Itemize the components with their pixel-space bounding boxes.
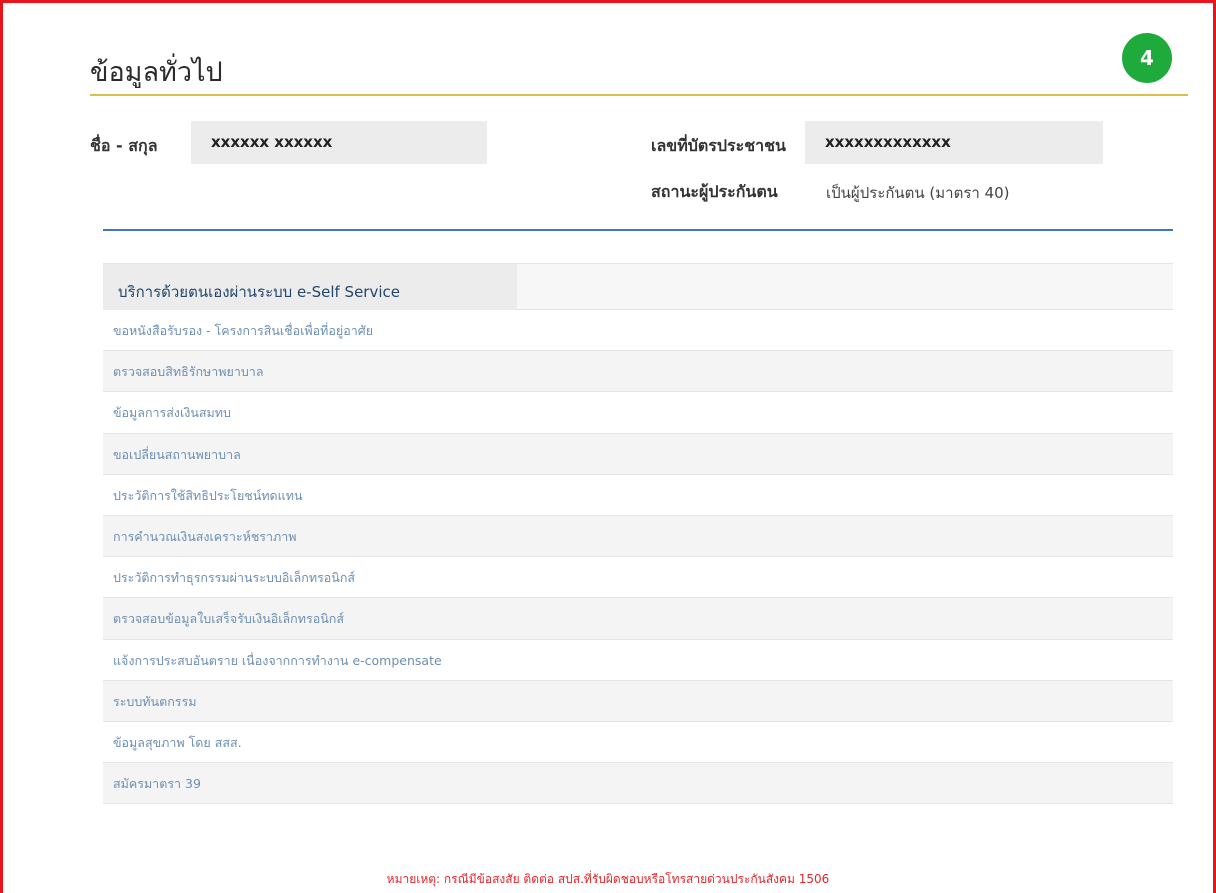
service-list-title: บริการด้วยตนเองผ่านระบบ e-Self Service <box>103 264 517 310</box>
service-item[interactable]: ตรวจสอบสิทธิรักษาพยาบาล <box>103 351 1173 393</box>
service-item[interactable]: ประวัติการใช้สิทธิประโยชน์ทดแทน <box>103 474 1173 516</box>
service-item[interactable]: การคำนวณเงินสงเคราะห์ชราภาพ <box>103 515 1173 558</box>
service-item[interactable]: ระบบทันตกรรม <box>103 680 1173 722</box>
service-item[interactable]: ข้อมูลการส่งเงินสมทบ <box>103 392 1173 434</box>
name-value: xxxxxx xxxxxx <box>191 121 487 164</box>
id-label: เลขที่บัตรประชาชน <box>651 136 786 155</box>
step-badge: 4 <box>1122 33 1172 83</box>
service-list: บริการด้วยตนเองผ่านระบบ e-Self Service ข… <box>103 263 1173 805</box>
id-value: xxxxxxxxxxxxx <box>805 121 1103 164</box>
service-rows: ขอหนังสือรับรอง - โครงการสินเชื่อเพื่อที… <box>103 310 1173 805</box>
service-item[interactable]: ขอเปลี่ยนสถานพยาบาล <box>103 433 1173 475</box>
status-value: เป็นผู้ประกันตน (มาตรา 40) <box>826 184 1010 202</box>
section-divider <box>103 229 1173 231</box>
service-item[interactable]: ตรวจสอบข้อมูลใบเสร็จรับเงินอิเล็กทรอนิกส… <box>103 598 1173 640</box>
footer-note: หมายเหตุ: กรณีมีข้อสงสัย ติดต่อ สปส.ที่ร… <box>386 872 830 886</box>
page-title: ข้อมูลทั่วไป <box>90 57 223 88</box>
status-label: สถานะผู้ประกันตน <box>651 182 778 201</box>
service-item[interactable]: ประวัติการทำธุรกรรมผ่านระบบอิเล็กทรอนิกส… <box>103 557 1173 599</box>
service-item[interactable]: แจ้งการประสบอันตราย เนื่องจากการทำงาน e-… <box>103 639 1173 681</box>
service-item[interactable]: ขอหนังสือรับรอง - โครงการสินเชื่อเพื่อที… <box>103 310 1173 352</box>
title-divider <box>90 94 1188 96</box>
service-item[interactable]: ข้อมูลสุขภาพ โดย สสส. <box>103 721 1173 764</box>
name-label: ชื่อ - สกุล <box>90 136 158 155</box>
service-list-header: บริการด้วยตนเองผ่านระบบ e-Self Service <box>103 263 1173 310</box>
service-item[interactable]: สมัครมาตรา 39 <box>103 763 1173 805</box>
